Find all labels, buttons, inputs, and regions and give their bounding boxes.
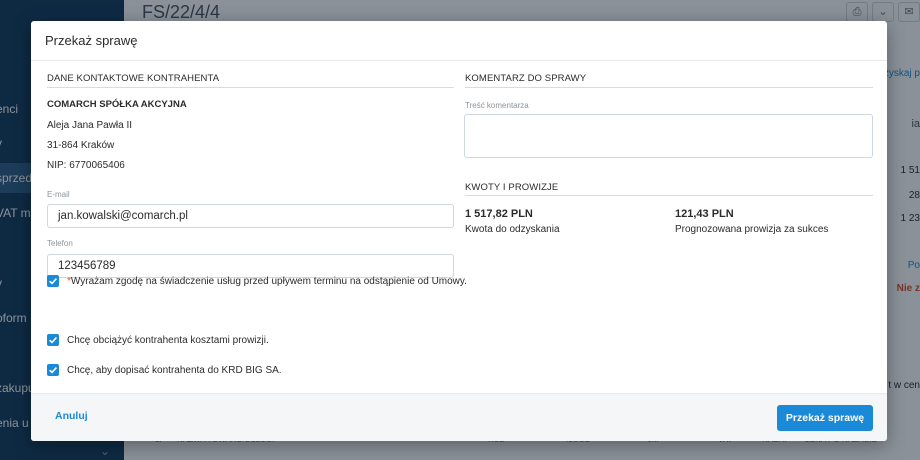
commission-value: 121,43 PLN — [675, 208, 734, 220]
consent-withdrawal-label[interactable]: *Wyrażam zgodę na świadczenie usług prze… — [67, 276, 467, 287]
consent-withdrawal-checkbox[interactable] — [47, 275, 59, 287]
section-divider — [47, 87, 454, 88]
section-divider — [465, 87, 873, 88]
contact-section-heading: DANE KONTAKTOWE KONTRAHENTA — [47, 73, 220, 84]
consent-krd-label[interactable]: Chcę, aby dopisać kontrahenta do KRD BIG… — [67, 365, 282, 376]
company-nip: NIP: 6770065406 — [47, 160, 125, 171]
amount-to-recover-label: Kwota do odzyskania — [465, 224, 560, 235]
email-label: E-mail — [47, 190, 70, 199]
checkmark-icon — [49, 278, 57, 285]
transfer-case-dialog: Przekaż sprawę DANE KONTAKTOWE KONTRAHEN… — [31, 21, 887, 441]
company-name: COMARCH SPÓŁKA AKCYJNA — [47, 99, 187, 110]
consent-commission-label[interactable]: Chcę obciążyć kontrahenta kosztami prowi… — [67, 335, 269, 346]
checkmark-icon — [49, 367, 57, 374]
comment-textarea[interactable] — [464, 114, 873, 158]
consent-row-withdrawal[interactable]: *Wyrażam zgodę na świadczenie usług prze… — [47, 274, 467, 288]
dialog-title: Przekaż sprawę — [45, 33, 138, 48]
dialog-footer: Anuluj Przekaż sprawę — [31, 393, 887, 441]
checkmark-icon — [49, 337, 57, 344]
consent-row-krd[interactable]: Chcę, aby dopisać kontrahenta do KRD BIG… — [47, 363, 282, 377]
commission-label: Prognozowana prowizja za sukces — [675, 224, 829, 235]
transfer-case-button[interactable]: Przekaż sprawę — [777, 405, 873, 431]
email-field[interactable]: jan.kowalski@comarch.pl — [47, 204, 454, 228]
company-city: 31-864 Kraków — [47, 140, 115, 151]
phone-label: Telefon — [47, 239, 73, 248]
dialog-header: Przekaż sprawę — [31, 21, 887, 61]
consent-row-commission[interactable]: Chcę obciążyć kontrahenta kosztami prowi… — [47, 333, 269, 347]
amounts-section-heading: KWOTY I PROWIZJE — [465, 182, 559, 193]
consent-commission-checkbox[interactable] — [47, 334, 59, 346]
amount-to-recover-value: 1 517,82 PLN — [465, 208, 533, 220]
cancel-button[interactable]: Anuluj — [55, 410, 88, 422]
comment-label: Treść komentarza — [465, 101, 529, 110]
comment-section-heading: KOMENTARZ DO SPRAWY — [465, 73, 587, 84]
section-divider — [465, 195, 873, 196]
consent-krd-checkbox[interactable] — [47, 364, 59, 376]
company-street: Aleja Jana Pawła II — [47, 120, 133, 131]
